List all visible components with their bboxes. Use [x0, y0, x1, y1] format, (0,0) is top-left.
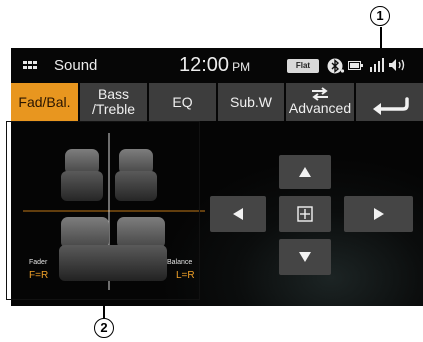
clock-ampm: PM: [232, 60, 251, 74]
up-button[interactable]: [279, 155, 331, 189]
callout-1: 1: [370, 6, 390, 26]
tab-eq[interactable]: EQ: [149, 83, 218, 121]
left-arrow-icon: [233, 208, 243, 220]
center-icon: [297, 206, 313, 222]
signal-icon: [370, 58, 384, 72]
center-button[interactable]: [279, 196, 331, 232]
clock-time: 12:00: [179, 54, 230, 76]
callout-2-outline: [6, 121, 200, 300]
tab-advanced[interactable]: Advanced: [286, 83, 356, 121]
status-bar: Sound 12:00 PM Flat: [11, 48, 423, 83]
eq-preset-badge: Flat: [287, 59, 319, 73]
tab-bass-treble[interactable]: Bass /Treble: [80, 83, 149, 121]
callout-2: 2: [94, 318, 114, 338]
apps-grid-icon[interactable]: [23, 61, 37, 70]
down-button[interactable]: [279, 239, 331, 275]
volume-icon: [389, 59, 405, 71]
tab-fad-bal[interactable]: Fad/Bal.: [11, 83, 80, 121]
back-button[interactable]: [356, 83, 423, 121]
tab-sub-w[interactable]: Sub.W: [218, 83, 286, 121]
back-icon: [373, 97, 409, 115]
clock: 12:00 PM: [179, 54, 250, 77]
left-button[interactable]: [210, 196, 266, 232]
tab-bass-treble-line2: /Treble: [91, 101, 136, 117]
right-arrow-icon: [373, 208, 384, 220]
battery-icon: [348, 61, 363, 70]
page-title: Sound: [54, 57, 98, 74]
down-arrow-icon: [299, 252, 311, 262]
swap-arrows-icon: [312, 87, 328, 101]
up-arrow-icon: [299, 167, 311, 177]
right-button[interactable]: [344, 196, 413, 232]
tab-bass-treble-line1: Bass: [97, 86, 130, 102]
bluetooth-icon: [327, 58, 345, 74]
tab-advanced-label: Advanced: [288, 100, 352, 116]
